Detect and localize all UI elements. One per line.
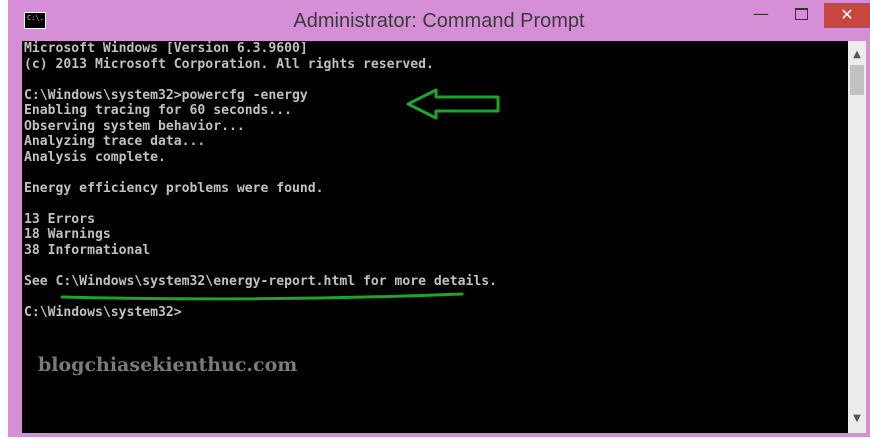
annotation-overlay: [60, 88, 500, 301]
green-underline-annotation: [60, 292, 464, 301]
green-arrow-annotation: [406, 88, 500, 120]
